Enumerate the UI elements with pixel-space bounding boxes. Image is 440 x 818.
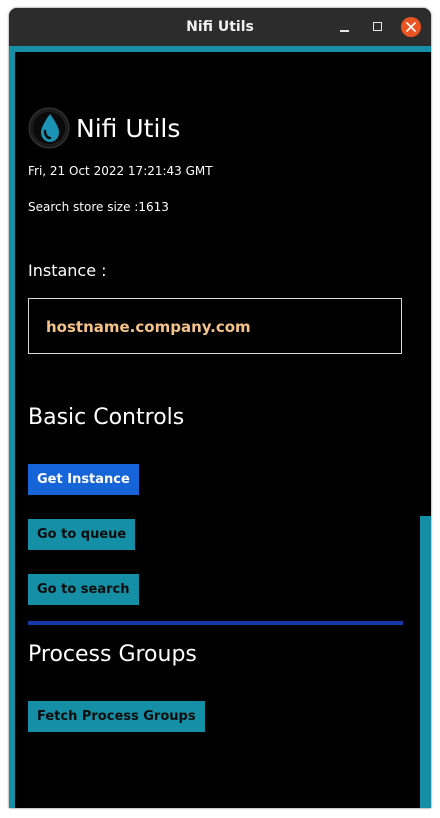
scrollbar-thumb[interactable]	[420, 516, 431, 808]
get-instance-button[interactable]: Get Instance	[28, 464, 139, 495]
timestamp: Fri, 21 Oct 2022 17:21:43 GMT	[28, 164, 213, 178]
close-icon[interactable]	[401, 17, 421, 37]
instance-field[interactable]: hostname.company.com	[28, 298, 402, 354]
main-content: Nifi Utils Fri, 21 Oct 2022 17:21:43 GMT…	[15, 52, 418, 808]
go-to-search-button[interactable]: Go to search	[28, 574, 139, 605]
basic-controls-heading: Basic Controls	[28, 405, 185, 430]
instance-label: Instance :	[28, 261, 107, 280]
app-title: Nifi Utils	[76, 114, 181, 143]
minimize-icon[interactable]	[335, 17, 355, 37]
maximize-icon[interactable]	[368, 17, 388, 37]
title-bar[interactable]: Nifi Utils	[9, 8, 431, 46]
app-window: Nifi Utils Nifi Utils Fri, 21 Oct 2022 1…	[9, 8, 431, 808]
section-divider	[28, 621, 403, 625]
fetch-process-groups-button[interactable]: Fetch Process Groups	[28, 701, 205, 732]
process-groups-heading: Process Groups	[28, 642, 197, 667]
go-to-queue-button[interactable]: Go to queue	[28, 519, 136, 550]
search-store-size: Search store size :1613	[28, 200, 169, 214]
water-drop-icon	[28, 107, 70, 149]
instance-value: hostname.company.com	[46, 318, 251, 336]
